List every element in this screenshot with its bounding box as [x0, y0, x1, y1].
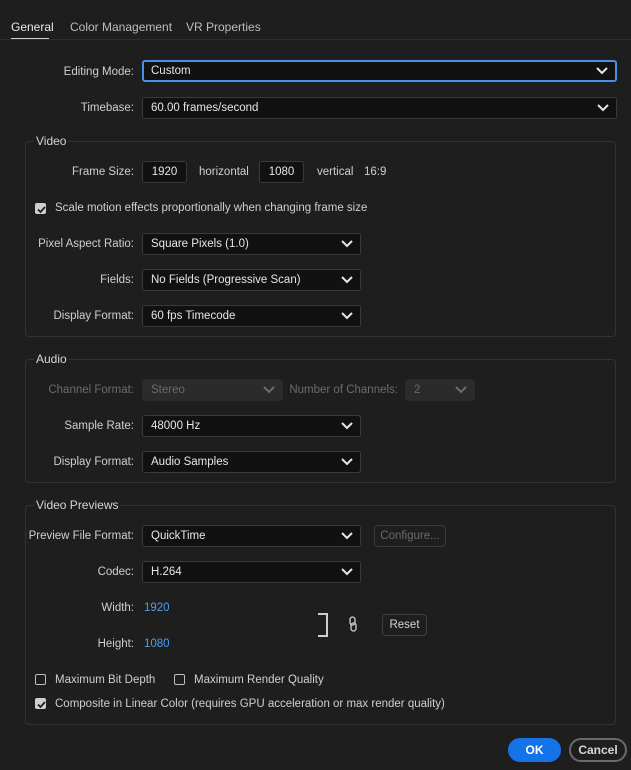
preview-file-format-value: QuickTime	[151, 530, 206, 542]
preview-file-format-label: Preview File Format:	[28, 530, 134, 542]
preview-width-value[interactable]: 1920	[144, 602, 170, 614]
configure-button[interactable]: Configure...	[374, 525, 446, 547]
linear-color-label: Composite in Linear Color (requires GPU …	[55, 698, 445, 710]
scale-motion-label: Scale motion effects proportionally when…	[55, 202, 368, 214]
chevron-down-icon	[341, 457, 353, 467]
chevron-down-icon	[341, 531, 353, 541]
max-render-quality-label: Maximum Render Quality	[194, 674, 324, 686]
number-of-channels-dropdown[interactable]: 2	[405, 379, 475, 401]
chevron-down-icon	[341, 275, 353, 285]
frame-height-field[interactable]: 1080	[259, 161, 304, 183]
link-chain-icon[interactable]	[348, 616, 358, 632]
max-bit-depth-checkbox[interactable]	[35, 674, 46, 685]
fields-value: No Fields (Progressive Scan)	[151, 274, 301, 286]
editing-mode-label: Editing Mode:	[63, 66, 134, 78]
timebase-dropdown[interactable]: 60.00 frames/second	[142, 97, 617, 119]
audio-display-format-value: Audio Samples	[151, 456, 229, 468]
preview-height-label: Height:	[97, 638, 134, 650]
ok-button[interactable]: OK	[508, 738, 561, 762]
sample-rate-value: 48000 Hz	[151, 420, 201, 432]
video-display-format-value: 60 fps Timecode	[151, 310, 236, 322]
tab-color-management[interactable]: Color Management	[70, 20, 172, 34]
checkmark-icon	[37, 206, 46, 214]
audio-display-format-label: Display Format:	[53, 456, 134, 468]
horizontal-label: horizontal	[199, 166, 249, 178]
channel-format-label: Channel Format:	[48, 384, 134, 396]
video-display-format-dropdown[interactable]: 60 fps Timecode	[142, 305, 361, 327]
preview-height-value[interactable]: 1080	[144, 638, 170, 650]
chevron-down-icon	[341, 311, 353, 321]
link-bracket	[318, 613, 328, 637]
tab-divider	[0, 39, 631, 40]
codec-label: Codec:	[97, 566, 134, 578]
reset-button[interactable]: Reset	[382, 614, 427, 636]
aspect-ratio-readout: 16:9	[364, 166, 387, 178]
number-of-channels-label: Number of Channels:	[289, 384, 398, 396]
fields-label: Fields:	[100, 274, 134, 286]
cancel-button[interactable]: Cancel	[569, 738, 627, 762]
chevron-down-icon	[597, 103, 609, 113]
sample-rate-dropdown[interactable]: 48000 Hz	[142, 415, 361, 437]
pixel-aspect-ratio-value: Square Pixels (1.0)	[151, 238, 249, 250]
chevron-down-icon	[341, 421, 353, 431]
video-display-format-label: Display Format:	[53, 310, 134, 322]
max-bit-depth-label: Maximum Bit Depth	[55, 674, 156, 686]
checkmark-icon	[37, 701, 46, 709]
pixel-aspect-ratio-label: Pixel Aspect Ratio:	[38, 238, 134, 250]
timebase-label: Timebase:	[80, 102, 134, 114]
codec-dropdown[interactable]: H.264	[142, 561, 361, 583]
frame-width-field[interactable]: 1920	[142, 161, 187, 183]
audio-display-format-dropdown[interactable]: Audio Samples	[142, 451, 361, 473]
tab-general[interactable]: General	[11, 20, 54, 34]
scale-motion-checkbox[interactable]	[35, 203, 46, 214]
chevron-down-icon	[455, 385, 467, 395]
linear-color-checkbox[interactable]	[35, 698, 46, 709]
number-of-channels-value: 2	[414, 384, 421, 396]
max-render-quality-checkbox[interactable]	[174, 674, 185, 685]
chevron-down-icon	[341, 567, 353, 577]
timebase-value: 60.00 frames/second	[151, 102, 259, 114]
preview-file-format-dropdown[interactable]: QuickTime	[142, 525, 361, 547]
preview-width-label: Width:	[101, 602, 134, 614]
chevron-down-icon	[263, 385, 275, 395]
video-previews-group-title: Video Previews	[34, 498, 121, 512]
fields-dropdown[interactable]: No Fields (Progressive Scan)	[142, 269, 361, 291]
chevron-down-icon	[596, 66, 608, 76]
tab-vr-properties[interactable]: VR Properties	[186, 20, 261, 34]
codec-value: H.264	[151, 566, 182, 578]
chevron-down-icon	[341, 239, 353, 249]
channel-format-value: Stereo	[151, 384, 185, 396]
audio-group-title: Audio	[34, 352, 69, 366]
video-group-title: Video	[34, 134, 69, 148]
editing-mode-dropdown[interactable]: Custom	[142, 60, 617, 82]
frame-size-label: Frame Size:	[72, 166, 134, 178]
editing-mode-value: Custom	[151, 65, 191, 77]
sample-rate-label: Sample Rate:	[64, 420, 134, 432]
vertical-label: vertical	[317, 166, 354, 178]
pixel-aspect-ratio-dropdown[interactable]: Square Pixels (1.0)	[142, 233, 361, 255]
channel-format-dropdown[interactable]: Stereo	[142, 379, 283, 401]
